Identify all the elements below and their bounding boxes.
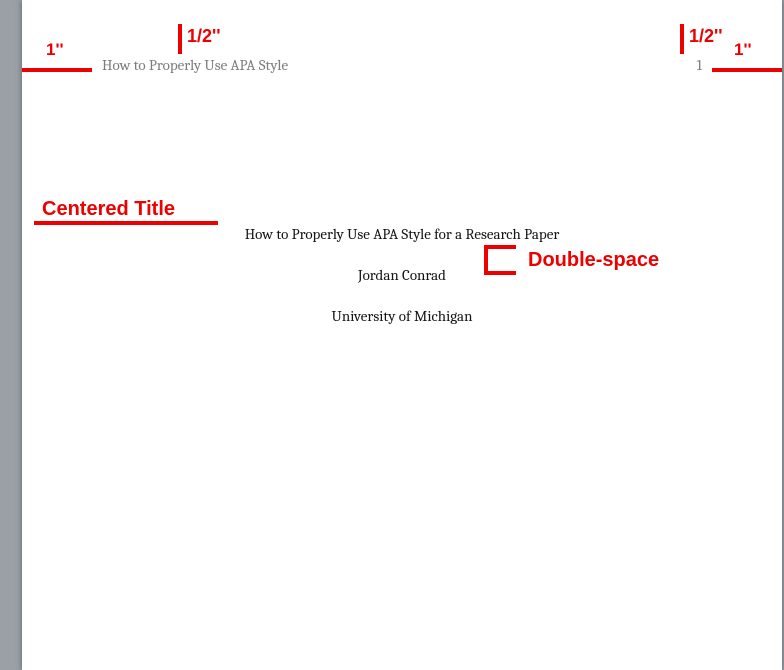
annotation-double-space-bracket-top xyxy=(484,245,516,249)
affiliation: University of Michigan xyxy=(22,307,782,325)
document-page: How to Properly Use APA Style 1 How to P… xyxy=(22,0,782,670)
annotation-half-left-label: 1/2'' xyxy=(187,26,221,47)
annotation-margin-left-line xyxy=(22,68,92,72)
annotation-margin-right-label: 1'' xyxy=(734,40,752,60)
annotation-margin-left-label: 1'' xyxy=(46,40,64,60)
annotation-centered-title-line xyxy=(34,221,218,225)
annotation-centered-title-label: Centered Title xyxy=(42,198,175,221)
annotation-double-space-label: Double-space xyxy=(528,249,659,272)
annotation-half-right-line xyxy=(680,24,684,54)
author-name: Jordan Conrad xyxy=(22,266,782,284)
paper-title: How to Properly Use APA Style for a Rese… xyxy=(22,225,782,243)
annotation-margin-right-line xyxy=(712,68,782,72)
running-head: How to Properly Use APA Style xyxy=(102,56,288,74)
annotation-double-space-bracket-bottom xyxy=(484,271,516,275)
annotation-half-left-line xyxy=(178,24,182,54)
annotation-half-right-label: 1/2'' xyxy=(689,26,723,47)
page-number: 1 xyxy=(697,56,702,74)
header-area: How to Properly Use APA Style 1 xyxy=(22,0,782,80)
